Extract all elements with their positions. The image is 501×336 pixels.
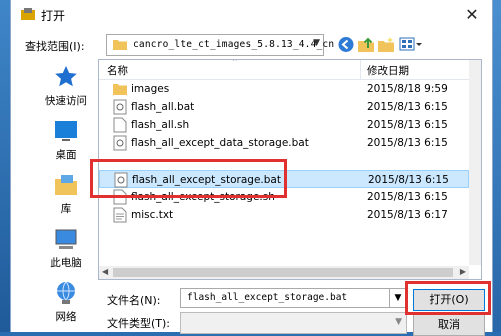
horizontal-scrollbar[interactable]: ◀ ▶ — [99, 266, 469, 279]
app-icon — [21, 8, 35, 20]
open-file-dialog: 打开 ✕ 查找范围(I): cancro_lte_ct_images_5.8.1… — [10, 0, 493, 336]
file-date: 2015/8/13 6:15 — [368, 174, 449, 186]
chevron-down-icon[interactable]: ▼ — [395, 317, 402, 327]
column-divider[interactable] — [360, 60, 361, 79]
place-label: 快速访问 — [45, 95, 87, 107]
desktop-icon — [55, 121, 77, 141]
network-icon — [57, 281, 75, 304]
batch-file-icon — [113, 135, 127, 151]
filetype-label: 文件类型(T): — [107, 317, 171, 330]
file-date: 2015/8/13 6:15 — [367, 101, 448, 113]
place-quick-access[interactable]: 快速访问 — [33, 64, 99, 108]
window-title: 打开 — [41, 9, 66, 23]
filename-value: flash_all_except_storage.bat — [187, 292, 348, 303]
library-icon — [55, 175, 77, 195]
column-header-name[interactable]: 名称 — [107, 63, 128, 78]
new-folder-icon[interactable] — [377, 36, 395, 53]
star-icon — [55, 66, 77, 87]
place-label: 此电脑 — [50, 257, 82, 269]
list-item[interactable]: images 2015/8/18 9:59 — [99, 80, 469, 98]
annotation-highlight-file — [90, 159, 287, 198]
file-name: flash_all.sh — [131, 119, 190, 131]
place-this-pc[interactable]: 此电脑 — [33, 226, 99, 270]
filename-input[interactable]: flash_all_except_storage.bat — [180, 288, 390, 308]
chevron-down-icon[interactable]: ▼ — [313, 38, 320, 48]
place-network[interactable]: 网络 — [33, 280, 99, 324]
filename-label: 文件名(N): — [107, 294, 161, 307]
computer-icon — [55, 229, 77, 249]
scrollbar-thumb[interactable] — [113, 268, 453, 277]
look-in-label: 查找范围(I): — [25, 40, 85, 53]
list-item[interactable]: flash_all.sh 2015/8/13 6:15 — [99, 116, 469, 134]
list-item[interactable]: flash_all.bat 2015/8/13 6:15 — [99, 98, 469, 116]
scroll-left-icon[interactable]: ◀ — [102, 267, 108, 276]
batch-file-icon — [113, 99, 127, 115]
file-date: 2015/8/13 6:17 — [367, 209, 448, 221]
list-item[interactable]: misc.txt 2015/8/13 6:17 — [99, 206, 469, 224]
scroll-right-icon[interactable]: ▶ — [460, 267, 466, 276]
file-name: images — [131, 83, 170, 95]
sort-chevron-up-icon: ⌃ — [231, 59, 239, 68]
file-name: flash_all_except_data_storage.bat — [131, 137, 309, 149]
filetype-combo[interactable]: ▼ — [180, 312, 407, 334]
desktop-background-left — [0, 0, 10, 332]
file-name: flash_all.bat — [131, 101, 195, 113]
file-date: 2015/8/18 9:59 — [367, 83, 448, 95]
column-header-date[interactable]: 修改日期 — [367, 63, 409, 78]
cancel-button[interactable]: 取消 — [413, 314, 485, 336]
file-icon — [113, 117, 127, 133]
file-date: 2015/8/13 6:15 — [367, 137, 448, 149]
file-date: 2015/8/13 6:15 — [367, 119, 448, 131]
view-menu-icon[interactable] — [399, 36, 423, 53]
place-label: 桌面 — [55, 149, 77, 161]
folder-icon — [113, 84, 127, 95]
look-in-value: cancro_lte_ct_images_5.8.13_4.4_cn — [133, 39, 335, 50]
annotation-highlight-open — [405, 281, 491, 315]
title-bar: 打开 ✕ — [11, 0, 492, 30]
file-date: 2015/8/13 6:15 — [367, 191, 448, 203]
place-desktop[interactable]: 桌面 — [33, 118, 99, 162]
vertical-scrollbar[interactable] — [469, 60, 481, 265]
close-button[interactable]: ✕ — [462, 5, 482, 25]
folder-icon — [113, 40, 127, 50]
place-label: 网络 — [55, 311, 77, 323]
look-in-combo[interactable]: cancro_lte_ct_images_5.8.13_4.4_cn ▼ — [106, 34, 334, 56]
list-header: 名称 ⌃ 修改日期 — [99, 60, 469, 80]
list-item[interactable]: flash_all_except_data_storage.bat 2015/8… — [99, 134, 469, 152]
up-folder-icon[interactable] — [357, 36, 375, 53]
text-file-icon — [113, 207, 127, 223]
back-icon[interactable] — [337, 36, 355, 53]
place-label: 库 — [60, 203, 72, 215]
file-name: misc.txt — [131, 209, 174, 221]
